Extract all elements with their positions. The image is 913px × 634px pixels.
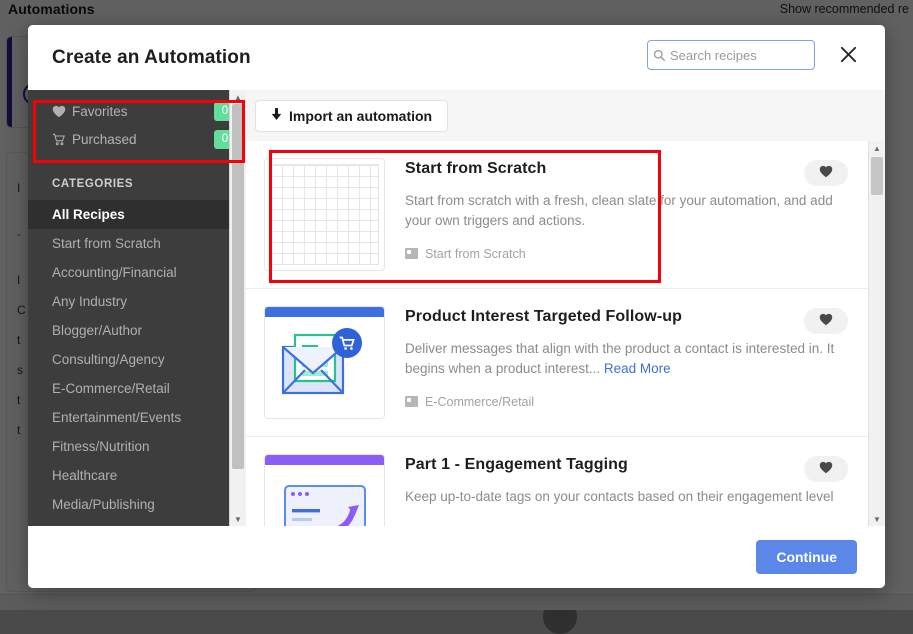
recipe-card-body: Part 1 - Engagement Tagging Keep up-to-d…: [405, 454, 848, 526]
recipe-category-tag: E-Commerce/Retail: [405, 395, 848, 409]
search-recipes-field[interactable]: [647, 40, 815, 70]
sidebar-item-label: Fitness/Nutrition: [52, 439, 150, 454]
sidebar-item-all-recipes[interactable]: All Recipes: [28, 200, 246, 229]
sidebar-item-start-from-scratch[interactable]: Start from Scratch: [28, 229, 246, 258]
sidebar-item-consulting-agency[interactable]: Consulting/Agency: [28, 345, 246, 374]
heart-icon: [52, 105, 72, 118]
recipe-title: Product Interest Targeted Follow-up: [405, 308, 848, 326]
recipe-card-product-interest[interactable]: Product Interest Targeted Follow-up Deli…: [246, 289, 868, 437]
sidebar-item-label: Accounting/Financial: [52, 265, 177, 280]
sidebar-item-any-industry[interactable]: Any Industry: [28, 287, 246, 316]
sidebar-item-accounting-financial[interactable]: Accounting/Financial: [28, 258, 246, 287]
cart-icon: [52, 133, 72, 146]
read-more-link[interactable]: Read More: [604, 361, 671, 376]
sidebar-item-purchased[interactable]: Purchased 0: [28, 125, 246, 153]
sidebar-quick-links: Favorites 0 Purchased 0: [28, 90, 246, 153]
recipe-thumbnail-envelope: [264, 306, 385, 419]
recipe-title: Part 1 - Engagement Tagging: [405, 456, 848, 474]
sidebar-item-label: Consulting/Agency: [52, 352, 165, 367]
download-arrow-icon: [271, 108, 282, 124]
sidebar-item-online-training-education[interactable]: Online Training/Education: [28, 519, 246, 526]
modal-title: Create an Automation: [52, 47, 251, 69]
continue-button[interactable]: Continue: [756, 540, 857, 574]
heart-icon: [819, 313, 833, 329]
recipe-description: Start from scratch with a fresh, clean s…: [405, 191, 848, 232]
scroll-up-arrow-icon[interactable]: ▲: [869, 141, 885, 155]
recipe-card-engagement-tagging[interactable]: Part 1 - Engagement Tagging Keep up-to-d…: [246, 437, 868, 526]
sidebar-scrollbar[interactable]: ▲ ▼: [229, 90, 246, 526]
sidebar-item-media-publishing[interactable]: Media/Publishing: [28, 490, 246, 519]
recipe-thumbnail-browser: [264, 454, 385, 526]
recipe-list-scrollbar-thumb[interactable]: [871, 157, 883, 195]
recipe-category-tag: Start from Scratch: [405, 247, 848, 261]
browser-curve-icon: [265, 455, 384, 526]
recipe-card-body: Start from Scratch Start from scratch wi…: [405, 158, 848, 271]
scroll-down-arrow-icon[interactable]: ▼: [230, 512, 246, 526]
recipe-thumbnail-grid: [264, 158, 385, 271]
favorite-toggle-button[interactable]: [804, 160, 848, 186]
sidebar-item-label: E-Commerce/Retail: [52, 381, 170, 396]
import-bar: Import an automation: [246, 90, 885, 141]
sidebar-item-entertainment-events[interactable]: Entertainment/Events: [28, 403, 246, 432]
heart-icon: [819, 165, 833, 181]
scroll-down-arrow-icon[interactable]: ▼: [869, 512, 885, 526]
sidebar-scrollbar-thumb[interactable]: [232, 104, 244, 469]
sidebar-item-label: Healthcare: [52, 468, 117, 483]
modal-footer: Continue: [28, 526, 885, 588]
tag-icon: [405, 248, 418, 259]
categories-header: CATEGORIES: [28, 162, 246, 200]
recipe-scroll-area: Start from Scratch Start from scratch wi…: [246, 141, 885, 526]
recipe-list-scrollbar[interactable]: ▲ ▼: [868, 141, 885, 526]
sidebar-item-label: Favorites: [72, 104, 214, 119]
create-automation-modal: Create an Automation: [28, 25, 885, 588]
import-automation-label: Import an automation: [289, 108, 432, 124]
search-icon: [648, 49, 670, 62]
recipe-description: Deliver messages that align with the pro…: [405, 339, 848, 380]
sidebar-item-label: Any Industry: [52, 294, 127, 309]
sidebar-item-label: Start from Scratch: [52, 236, 161, 251]
favorite-toggle-button[interactable]: [804, 308, 848, 334]
sidebar-item-label: Blogger/Author: [52, 323, 142, 338]
recipe-list-column: Import an automation Start from Scratch …: [246, 90, 885, 526]
scroll-up-arrow-icon[interactable]: ▲: [230, 90, 246, 104]
sidebar-item-favorites[interactable]: Favorites 0: [28, 97, 246, 125]
recipe-category-label: E-Commerce/Retail: [425, 395, 534, 409]
recipe-description: Keep up-to-date tags on your contacts ba…: [405, 487, 848, 507]
category-sidebar: Favorites 0 Purchased 0 CATEGORIES All R…: [28, 90, 246, 526]
modal-body: Favorites 0 Purchased 0 CATEGORIES All R…: [28, 90, 885, 526]
heart-icon: [819, 461, 833, 477]
sidebar-item-blogger-author[interactable]: Blogger/Author: [28, 316, 246, 345]
sidebar-item-label: All Recipes: [52, 207, 125, 222]
recipe-title: Start from Scratch: [405, 160, 848, 178]
sidebar-item-fitness-nutrition[interactable]: Fitness/Nutrition: [28, 432, 246, 461]
recipe-category-label: Start from Scratch: [425, 247, 526, 261]
close-icon[interactable]: [833, 39, 863, 69]
favorite-toggle-button[interactable]: [804, 456, 848, 482]
sidebar-item-healthcare[interactable]: Healthcare: [28, 461, 246, 490]
grid-pattern-icon: [270, 164, 379, 265]
sidebar-item-label: Entertainment/Events: [52, 410, 181, 425]
search-input[interactable]: [670, 42, 850, 68]
tag-icon: [405, 396, 418, 407]
sidebar-item-ecommerce-retail[interactable]: E-Commerce/Retail: [28, 374, 246, 403]
sidebar-item-label: Purchased: [72, 132, 214, 147]
recipe-card-body: Product Interest Targeted Follow-up Deli…: [405, 306, 848, 419]
sidebar-item-label: Media/Publishing: [52, 497, 155, 512]
recipe-card-start-from-scratch[interactable]: Start from Scratch Start from scratch wi…: [246, 141, 868, 289]
envelope-cart-icon: [265, 307, 384, 418]
modal-header: Create an Automation: [28, 25, 885, 90]
import-automation-button[interactable]: Import an automation: [255, 100, 448, 132]
